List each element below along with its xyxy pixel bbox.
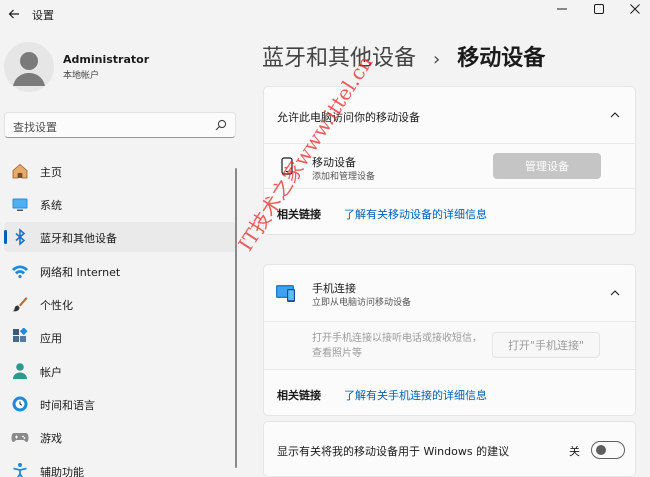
search-input[interactable]: 查找设置	[4, 112, 236, 138]
wifi-icon	[12, 265, 28, 279]
suggestions-label: 显示有关将我的移动设备用于 Windows 的建议	[277, 445, 510, 458]
device-subtitle: 添加和管理设备	[312, 172, 376, 182]
minimize-button[interactable]	[545, 0, 579, 18]
related-links-row: 相关链接 了解有关移动设备的详细信息	[264, 188, 635, 234]
phone-link-app-icon	[276, 285, 295, 302]
breadcrumb-separator: ›	[433, 49, 441, 70]
globe-clock-icon	[12, 396, 28, 412]
sidebar-item-network[interactable]: 网络和 Internet	[4, 256, 236, 286]
related-links-label: 相关链接	[277, 389, 321, 402]
chevron-up-icon[interactable]	[609, 109, 621, 121]
device-title: 移动设备	[312, 156, 356, 169]
toggle-state-label: 关	[569, 445, 580, 458]
sidebar-item-time-language[interactable]: 时间和语言	[4, 389, 236, 419]
back-button[interactable]	[4, 4, 24, 24]
sidebar-item-personalization[interactable]: 个性化	[4, 289, 236, 319]
maximize-button[interactable]	[582, 0, 616, 18]
user-name: Administrator	[63, 53, 150, 66]
sidebar-item-accounts[interactable]: 帐户	[4, 356, 236, 386]
mobile-devices-header[interactable]: 允许此电脑访问你的移动设备	[264, 87, 635, 143]
maximize-icon	[594, 4, 604, 14]
sidebar-item-accessibility[interactable]: 辅助功能	[4, 456, 236, 477]
manage-devices-button[interactable]: 管理设备	[493, 153, 601, 179]
related-links-row: 相关链接 了解有关手机连接的详细信息	[264, 369, 635, 415]
brush-icon	[12, 297, 28, 312]
title-bar: 设置	[0, 0, 650, 28]
sidebar-item-label: 时间和语言	[40, 399, 95, 412]
phone-link-card: 手机连接 立即从电脑访问移动设备 打开手机连接以接听电话或接收短信，查看照片等 …	[263, 264, 636, 416]
sidebar-item-system[interactable]: 系统	[4, 189, 236, 219]
open-phone-link-button[interactable]: 打开"手机连接"	[492, 332, 600, 358]
sidebar-item-label: 系统	[40, 199, 62, 212]
phone-icon	[281, 157, 293, 175]
sidebar-item-label: 网络和 Internet	[40, 266, 121, 279]
sidebar-item-label: 游戏	[40, 432, 62, 445]
sidebar-item-label: 帐户	[40, 366, 62, 379]
phone-link-subtitle: 立即从电脑访问移动设备	[312, 298, 412, 308]
mobile-devices-card: 允许此电脑访问你的移动设备 移动设备 添加和管理设备 管理设备 相关链接 了解有…	[263, 86, 636, 235]
mobile-devices-learn-more-link[interactable]: 了解有关移动设备的详细信息	[344, 206, 487, 222]
sidebar-item-label: 蓝牙和其他设备	[40, 232, 117, 245]
phone-link-description: 打开手机连接以接听电话或接收短信，查看照片等	[312, 333, 482, 359]
page-title: 移动设备	[457, 46, 546, 71]
active-indicator	[4, 230, 7, 244]
search-icon[interactable]	[215, 119, 227, 131]
close-icon	[630, 4, 640, 14]
toggle-knob	[596, 445, 606, 455]
close-button[interactable]	[618, 0, 650, 18]
account-type: 本地帐户	[63, 71, 100, 81]
search-placeholder: 查找设置	[13, 121, 57, 134]
arrow-left-icon	[8, 9, 19, 19]
sidebar-item-label: 辅助功能	[40, 466, 84, 477]
mobile-device-row: 移动设备 添加和管理设备 管理设备	[264, 143, 635, 188]
sidebar-item-gaming[interactable]: 游戏	[4, 422, 236, 452]
sidebar-item-home[interactable]: 主页	[4, 156, 236, 186]
breadcrumb: 蓝牙和其他设备 › 移动设备	[262, 40, 545, 72]
chevron-up-icon[interactable]	[609, 287, 621, 299]
breadcrumb-parent[interactable]: 蓝牙和其他设备	[262, 46, 416, 71]
person-icon	[13, 363, 27, 379]
sidebar-item-label: 个性化	[40, 299, 73, 312]
sidebar-item-bluetooth[interactable]: 蓝牙和其他设备	[4, 222, 236, 252]
bluetooth-icon	[15, 228, 26, 246]
phone-link-title: 手机连接	[312, 282, 356, 295]
monitor-icon	[12, 198, 28, 211]
sidebar-item-label: 主页	[40, 166, 62, 179]
sidebar: Administrator 本地帐户 查找设置 主页 系统 蓝牙和其他设备 网络…	[0, 28, 240, 477]
suggestions-toggle[interactable]	[591, 441, 625, 459]
sidebar-scrollbar[interactable]	[235, 168, 237, 468]
sidebar-item-label: 应用	[40, 332, 62, 345]
phone-link-header[interactable]: 手机连接 立即从电脑访问移动设备	[264, 265, 635, 321]
user-avatar-icon	[13, 52, 45, 86]
app-title: 设置	[32, 9, 54, 22]
phone-link-open-row: 打开手机连接以接听电话或接收短信，查看照片等 打开"手机连接"	[264, 321, 635, 369]
accessibility-icon	[13, 463, 27, 477]
apps-icon	[13, 328, 28, 342]
avatar[interactable]	[4, 42, 54, 92]
phone-link-learn-more-link[interactable]: 了解有关手机连接的详细信息	[344, 387, 487, 403]
suggestions-card: 显示有关将我的移动设备用于 Windows 的建议 关	[263, 421, 636, 477]
minimize-icon	[557, 8, 567, 10]
related-links-label: 相关链接	[277, 208, 321, 221]
sidebar-item-apps[interactable]: 应用	[4, 322, 236, 352]
gamepad-icon	[11, 433, 29, 442]
section-header: 允许此电脑访问你的移动设备	[277, 111, 420, 124]
home-icon	[12, 163, 28, 179]
